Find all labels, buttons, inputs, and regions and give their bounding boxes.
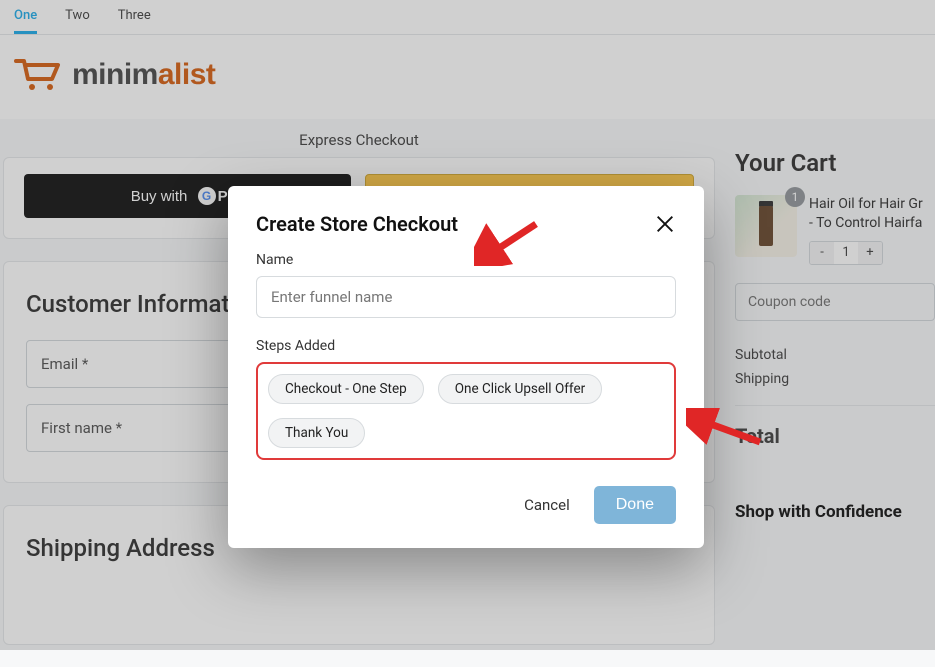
create-store-checkout-modal: Create Store Checkout Name Enter funnel … xyxy=(228,186,704,548)
arrow-annotation-1 xyxy=(474,218,544,266)
steps-added-label: Steps Added xyxy=(256,338,676,354)
name-label: Name xyxy=(256,252,676,268)
arrow-annotation-2 xyxy=(686,408,766,450)
cancel-button[interactable]: Cancel xyxy=(524,496,570,514)
step-pill-thankyou[interactable]: Thank You xyxy=(268,418,365,448)
step-pill-upsell[interactable]: One Click Upsell Offer xyxy=(438,374,603,404)
done-button[interactable]: Done xyxy=(594,486,676,524)
funnel-name-input[interactable]: Enter funnel name xyxy=(256,276,676,318)
steps-added-container: Checkout - One Step One Click Upsell Off… xyxy=(256,362,676,460)
step-pill-checkout[interactable]: Checkout - One Step xyxy=(268,374,424,404)
close-icon[interactable] xyxy=(654,213,676,235)
modal-title: Create Store Checkout xyxy=(256,212,458,236)
